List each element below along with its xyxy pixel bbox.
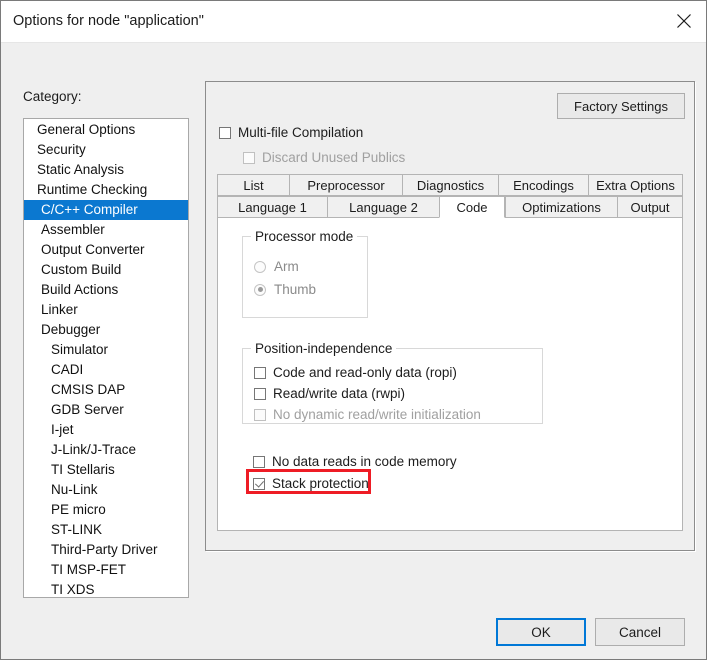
discard-unused-publics-checkbox: Discard Unused Publics [243,150,405,165]
sidebar-item-security[interactable]: Security [24,140,188,160]
processor-mode-group: Processor mode Arm Thumb [242,236,368,318]
sidebar-item-j-link-j-trace[interactable]: J-Link/J-Trace [24,440,188,460]
sidebar-item-custom-build[interactable]: Custom Build [24,260,188,280]
checkbox-box [254,409,266,421]
options-panel: Factory Settings Multi-file Compilation … [205,81,695,551]
options-dialog: Options for node "application" Category:… [0,0,707,660]
checkbox-ropi[interactable]: Code and read-only data (ropi) [254,365,457,380]
sidebar-item-gdb-server[interactable]: GDB Server [24,400,188,420]
sidebar-item-general-options[interactable]: General Options [24,120,188,140]
tab-language-1[interactable]: Language 1 [217,196,327,218]
title-bar: Options for node "application" [1,1,706,43]
sidebar-item-output-converter[interactable]: Output Converter [24,240,188,260]
close-icon[interactable] [661,1,706,41]
sidebar-item-cmsis-dap[interactable]: CMSIS DAP [24,380,188,400]
position-independence-group: Position-independence Code and read-only… [242,348,543,424]
checkbox-no-dynamic-init: No dynamic read/write initialization [254,407,481,422]
tab-code[interactable]: Code [439,196,505,218]
checkbox-no-data-reads[interactable]: No data reads in code memory [253,454,457,469]
checkbox-no-dynamic-init-label: No dynamic read/write initialization [273,407,481,422]
sidebar-item-runtime-checking[interactable]: Runtime Checking [24,180,188,200]
radio-arm: Arm [254,259,299,274]
checkbox-box [254,388,266,400]
sidebar-item-c-c-compiler[interactable]: C/C++ Compiler [24,200,188,220]
page-title: Options for node "application" [13,13,204,29]
sidebar-item-ti-stellaris[interactable]: TI Stellaris [24,460,188,480]
category-listbox[interactable]: General OptionsSecurityStatic AnalysisRu… [23,118,189,598]
sidebar-item-simulator[interactable]: Simulator [24,340,188,360]
multi-file-compilation-checkbox[interactable]: Multi-file Compilation [219,125,363,140]
radio-box [254,284,266,296]
processor-mode-title: Processor mode [251,229,357,244]
sidebar-item-cadi[interactable]: CADI [24,360,188,380]
tab-strip: ListPreprocessorDiagnosticsEncodingsExtr… [217,174,683,218]
position-independence-title: Position-independence [251,341,396,356]
tab-language-2[interactable]: Language 2 [327,196,439,218]
sidebar-item-st-link[interactable]: ST-LINK [24,520,188,540]
factory-settings-button[interactable]: Factory Settings [557,93,685,119]
radio-arm-label: Arm [274,259,299,274]
multi-file-compilation-label: Multi-file Compilation [238,125,363,140]
sidebar-item-build-actions[interactable]: Build Actions [24,280,188,300]
sidebar-item-debugger[interactable]: Debugger [24,320,188,340]
checkbox-ropi-label: Code and read-only data (ropi) [273,365,457,380]
checkbox-box [253,478,265,490]
tab-row-1: ListPreprocessorDiagnosticsEncodingsExtr… [217,174,683,196]
radio-thumb: Thumb [254,282,316,297]
sidebar-item-linker[interactable]: Linker [24,300,188,320]
tab-preprocessor[interactable]: Preprocessor [289,174,402,196]
tab-optimizations[interactable]: Optimizations [505,196,617,218]
sidebar-item-i-jet[interactable]: I-jet [24,420,188,440]
sidebar-item-ti-msp-fet[interactable]: TI MSP-FET [24,560,188,580]
radio-box [254,261,266,273]
tab-encodings[interactable]: Encodings [498,174,588,196]
checkbox-rwpi-label: Read/write data (rwpi) [273,386,405,401]
ok-button[interactable]: OK [496,618,586,646]
checkbox-box [219,127,231,139]
tab-list[interactable]: List [217,174,289,196]
tab-row-2: Language 1Language 2CodeOptimizationsOut… [217,196,683,218]
tab-panel-code: Processor mode Arm Thumb Position-indepe… [217,217,683,531]
checkbox-stack-protection-label: Stack protection [272,476,369,491]
tab-diagnostics[interactable]: Diagnostics [402,174,498,196]
sidebar-item-third-party-driver[interactable]: Third-Party Driver [24,540,188,560]
checkbox-no-data-reads-label: No data reads in code memory [272,454,457,469]
tab-extra-options[interactable]: Extra Options [588,174,683,196]
sidebar-item-pe-micro[interactable]: PE micro [24,500,188,520]
sidebar-item-nu-link[interactable]: Nu-Link [24,480,188,500]
sidebar-item-static-analysis[interactable]: Static Analysis [24,160,188,180]
discard-unused-publics-label: Discard Unused Publics [262,150,405,165]
checkbox-rwpi[interactable]: Read/write data (rwpi) [254,386,405,401]
checkbox-box [253,456,265,468]
cancel-button[interactable]: Cancel [595,618,685,646]
sidebar-item-ti-xds[interactable]: TI XDS [24,580,188,598]
category-label: Category: [23,89,82,104]
tab-output[interactable]: Output [617,196,683,218]
checkbox-box [243,152,255,164]
checkbox-stack-protection[interactable]: Stack protection [253,476,369,491]
radio-thumb-label: Thumb [274,282,316,297]
checkbox-box [254,367,266,379]
sidebar-item-assembler[interactable]: Assembler [24,220,188,240]
